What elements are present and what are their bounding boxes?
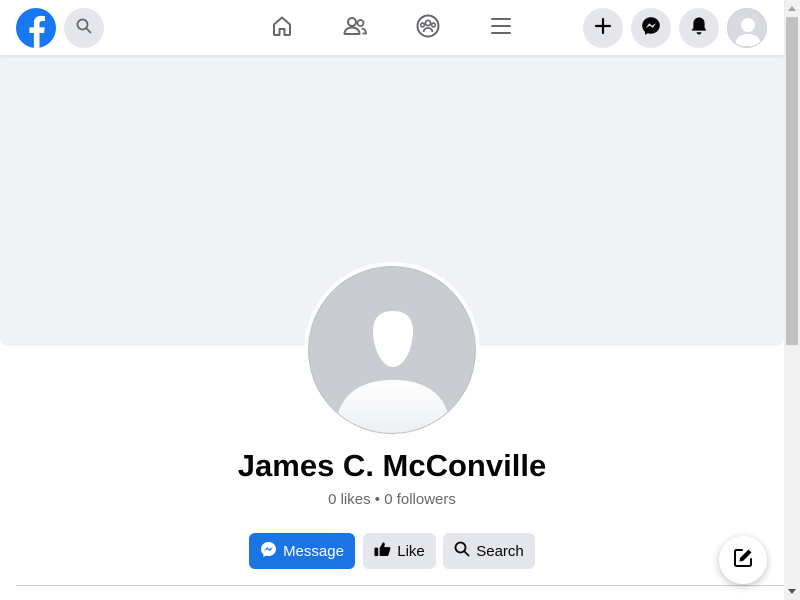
friends-icon	[342, 14, 368, 43]
friends-tab[interactable]	[339, 12, 371, 44]
facebook-logo-icon[interactable]	[16, 8, 56, 48]
thumbs-up-icon	[374, 541, 391, 561]
menu-icon	[489, 14, 513, 43]
like-button[interactable]: Like	[363, 533, 436, 569]
messenger-icon	[260, 541, 277, 562]
profile-picture[interactable]	[304, 262, 480, 438]
compose-icon	[732, 547, 754, 574]
scrollbar-thumb[interactable]	[786, 17, 798, 345]
bell-icon	[690, 16, 708, 41]
groups-tab[interactable]	[412, 12, 444, 44]
search-button[interactable]	[64, 8, 104, 48]
groups-icon	[415, 13, 441, 44]
scroll-down-arrow[interactable]	[784, 584, 800, 600]
profile-name: James C. McConville	[237, 448, 547, 483]
scroll-up-arrow[interactable]	[784, 0, 800, 16]
home-tab[interactable]	[266, 12, 298, 44]
top-navigation-bar	[0, 0, 784, 56]
section-divider	[16, 585, 784, 586]
create-button[interactable]	[583, 8, 623, 48]
home-icon	[270, 14, 294, 43]
search-icon	[454, 541, 470, 561]
account-avatar[interactable]	[727, 8, 767, 48]
messenger-icon	[641, 16, 661, 41]
plus-icon	[594, 17, 612, 40]
notifications-button[interactable]	[679, 8, 719, 48]
new-message-button[interactable]	[719, 536, 767, 584]
message-button-label: Message	[283, 542, 344, 560]
like-button-label: Like	[397, 542, 425, 560]
search-profile-button[interactable]: Search	[443, 533, 535, 569]
search-icon	[76, 18, 92, 39]
messenger-button[interactable]	[631, 8, 671, 48]
profile-stats: 0 likes • 0 followers	[328, 491, 456, 508]
profile-placeholder-icon	[308, 266, 476, 434]
search-button-label: Search	[476, 542, 524, 560]
message-button[interactable]: Message	[249, 533, 355, 569]
menu-tab[interactable]	[485, 12, 517, 44]
